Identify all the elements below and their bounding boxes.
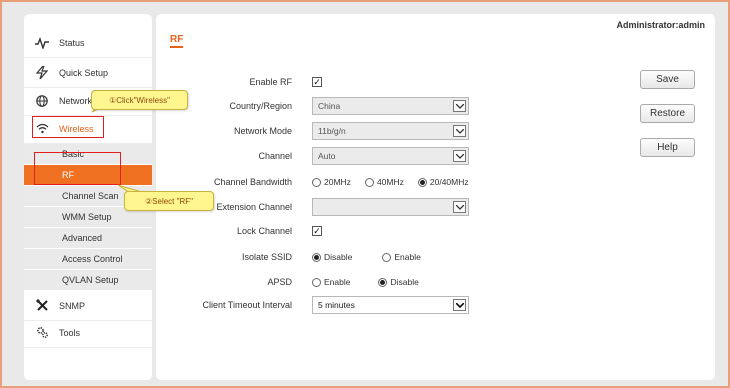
rf-highlight-box bbox=[34, 152, 121, 185]
sidebar-item-label: Status bbox=[59, 37, 85, 48]
main-panel: Administrator:admin RF Enable RF ✓ Count… bbox=[156, 14, 715, 380]
client-timeout-select[interactable]: 5 minutes bbox=[312, 296, 469, 314]
apsd-label: APSD bbox=[267, 277, 292, 287]
pulse-icon bbox=[34, 35, 50, 51]
sidebar-item-status[interactable]: Status bbox=[24, 28, 152, 58]
radio-label: Disable bbox=[324, 252, 353, 262]
enable-rf-label: Enable RF bbox=[249, 77, 292, 87]
country-value: China bbox=[318, 101, 341, 111]
form-row-extension-channel: Extension Channel bbox=[156, 197, 626, 217]
radio-dot bbox=[312, 177, 321, 187]
bandwidth-radio-20-40[interactable]: 20/40MHz bbox=[417, 177, 469, 187]
submenu-label: WMM Setup bbox=[62, 212, 112, 222]
radio-dot bbox=[312, 277, 321, 287]
isolate-ssid-radio-disable[interactable]: Disable bbox=[312, 252, 352, 262]
radio-label: Disable bbox=[390, 277, 419, 287]
sidebar-item-tools[interactable]: Tools bbox=[24, 318, 152, 348]
radio-dot-selected bbox=[417, 177, 427, 187]
isolate-ssid-radio-enable[interactable]: Enable bbox=[382, 252, 421, 262]
form-row-isolate-ssid: Isolate SSID Disable Enable bbox=[156, 247, 626, 267]
bandwidth-radio-20[interactable]: 20MHz bbox=[312, 177, 351, 187]
radio-label: 20MHz bbox=[324, 177, 351, 187]
gears-icon bbox=[34, 325, 50, 341]
radio-dot-selected bbox=[312, 252, 321, 262]
bandwidth-radio-40[interactable]: 40MHz bbox=[364, 177, 404, 187]
network-mode-label: Network Mode bbox=[233, 126, 292, 136]
lock-channel-label: Lock Channel bbox=[236, 226, 292, 236]
client-timeout-value: 5 minutes bbox=[318, 300, 355, 310]
form-row-bandwidth: Channel Bandwidth 20MHz 40MHz 20/40MHz bbox=[156, 172, 626, 192]
globe-icon bbox=[34, 93, 50, 109]
chevron-down-icon bbox=[453, 299, 466, 311]
channel-label: Channel bbox=[258, 151, 292, 161]
radio-dot-selected bbox=[378, 277, 388, 287]
bolt-icon bbox=[34, 65, 50, 81]
radio-label: Enable bbox=[394, 252, 421, 262]
form-row-apsd: APSD Enable Disable bbox=[156, 272, 626, 292]
page-title: RF bbox=[170, 34, 184, 48]
network-mode-value: 11b/g/n bbox=[318, 126, 346, 136]
radio-dot bbox=[364, 177, 374, 187]
submenu-label: Advanced bbox=[62, 233, 103, 243]
chevron-down-icon bbox=[453, 125, 466, 137]
admin-label: Administrator:admin bbox=[616, 20, 705, 30]
form-row-enable-rf: Enable RF ✓ bbox=[156, 72, 626, 92]
client-timeout-label: Client Timeout Interval bbox=[202, 300, 292, 310]
radio-dot bbox=[382, 252, 392, 262]
country-select[interactable]: China bbox=[312, 97, 469, 115]
bandwidth-label: Channel Bandwidth bbox=[213, 177, 292, 187]
apsd-radio-enable[interactable]: Enable bbox=[312, 277, 350, 287]
sidebar-item-label: Quick Setup bbox=[59, 67, 109, 78]
isolate-ssid-label: Isolate SSID bbox=[241, 252, 292, 262]
submenu-label: Access Control bbox=[62, 254, 123, 264]
save-button[interactable]: Save bbox=[640, 70, 695, 89]
chevron-down-icon bbox=[453, 201, 466, 213]
restore-button[interactable]: Restore bbox=[640, 104, 695, 123]
callout-select-rf: ②Select "RF" bbox=[124, 191, 214, 211]
submenu-label: Channel Scan bbox=[62, 191, 119, 201]
wireless-highlight-box bbox=[32, 116, 104, 138]
form-row-client-timeout: Client Timeout Interval 5 minutes bbox=[156, 295, 626, 315]
lock-channel-checkbox[interactable]: ✓ bbox=[312, 226, 322, 236]
form-row-lock-channel: Lock Channel ✓ bbox=[156, 221, 626, 241]
radio-label: 20/40MHz bbox=[429, 177, 469, 187]
radio-label: Enable bbox=[324, 277, 351, 287]
form-row-network-mode: Network Mode 11b/g/n bbox=[156, 121, 626, 141]
network-mode-select[interactable]: 11b/g/n bbox=[312, 122, 469, 140]
chevron-down-icon bbox=[453, 150, 466, 162]
extension-channel-select[interactable] bbox=[312, 198, 469, 216]
channel-value: Auto bbox=[318, 151, 336, 161]
sidebar-item-label: SNMP bbox=[59, 300, 86, 311]
channel-select[interactable]: Auto bbox=[312, 147, 469, 165]
form-row-country: Country/Region China bbox=[156, 96, 626, 116]
submenu-label: QVLAN Setup bbox=[62, 275, 119, 285]
radio-label: 40MHz bbox=[376, 177, 404, 187]
sidebar-item-label: Tools bbox=[59, 327, 81, 338]
help-button[interactable]: Help bbox=[640, 138, 695, 157]
chevron-down-icon bbox=[453, 100, 466, 112]
apsd-radio-disable[interactable]: Disable bbox=[378, 277, 419, 287]
sidebar-item-label: Network bbox=[59, 95, 93, 106]
enable-rf-checkbox[interactable]: ✓ bbox=[312, 77, 322, 87]
callout-click-wireless: ①Click"Wireless" bbox=[91, 90, 188, 110]
form-row-channel: Channel Auto bbox=[156, 146, 626, 166]
tools-cross-icon bbox=[34, 298, 50, 314]
